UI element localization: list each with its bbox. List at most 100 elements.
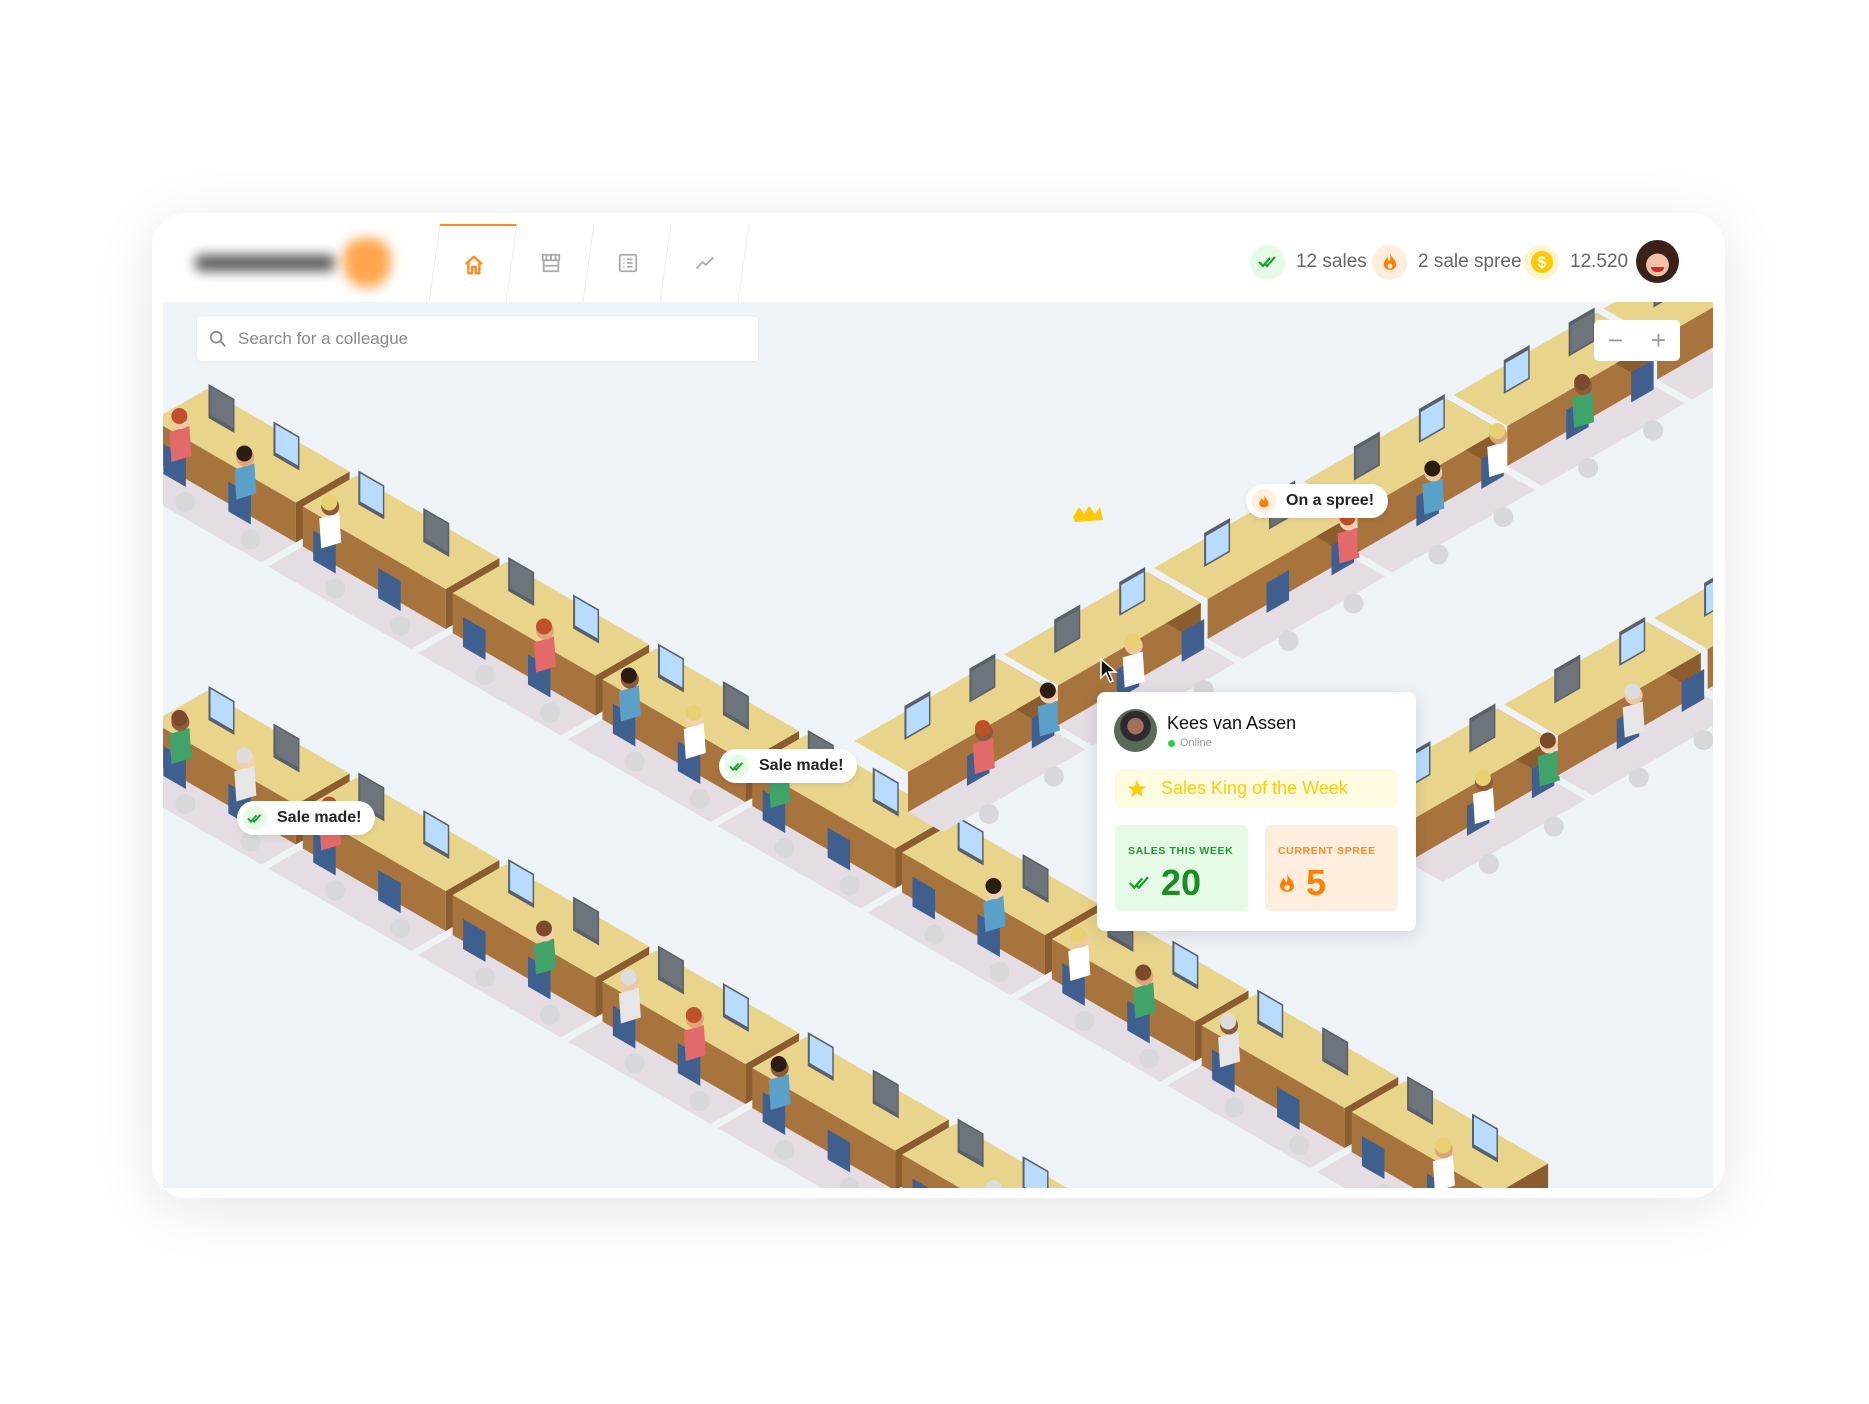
chair-base (475, 967, 496, 987)
person-hair (1539, 732, 1556, 749)
spree-count: 2 sale spree (1418, 251, 1522, 272)
trend-icon (695, 256, 714, 270)
person-body (683, 1025, 706, 1061)
chair-base (1478, 854, 1499, 874)
star-icon (1127, 779, 1147, 797)
person-body (169, 426, 192, 462)
person-body (1572, 392, 1595, 428)
person-hair (1474, 770, 1491, 786)
person-body (972, 738, 995, 774)
double-check-icon (1128, 876, 1149, 890)
spree-value: 5 (1306, 862, 1327, 903)
spree-stat: 2 sale spree (1372, 244, 1522, 280)
chair-base (1043, 766, 1064, 787)
person-hair (1424, 460, 1441, 477)
store-icon (541, 253, 560, 273)
person-body (683, 723, 706, 759)
tab-stats[interactable] (659, 224, 750, 302)
person-hair (535, 618, 552, 635)
chair-base (1693, 730, 1713, 750)
spree-label: CURRENT SPREE (1278, 845, 1376, 857)
crown-icon (1073, 506, 1103, 522)
person-body (1133, 982, 1156, 1019)
sales-label: SALES THIS WEEK (1128, 845, 1234, 857)
coin-icon: $ (1524, 244, 1559, 280)
chair-base (539, 1004, 560, 1025)
person-hair (985, 878, 1002, 894)
office-floor-illustration (163, 302, 1713, 1188)
office-map[interactable] (163, 302, 1713, 1188)
person-body (1622, 701, 1645, 738)
person-hair (1489, 423, 1506, 439)
person-hair (535, 920, 552, 937)
person-hair (1135, 964, 1152, 981)
sales-stat: 12 sales (1250, 244, 1367, 280)
chair-base (1074, 1011, 1095, 1031)
logo[interactable] (195, 238, 405, 288)
tab-list[interactable] (582, 224, 672, 302)
tab-home[interactable] (428, 224, 518, 304)
colleague-avatar (1114, 709, 1157, 752)
tab-shop[interactable] (505, 224, 595, 302)
chair-base (175, 492, 196, 512)
person-hair (620, 969, 637, 986)
person-hair (321, 494, 338, 511)
search-input[interactable] (236, 328, 758, 350)
user-avatar[interactable] (1636, 240, 1679, 283)
chair-base (624, 751, 645, 772)
monitor-screen (1024, 1158, 1048, 1188)
home-icon (464, 255, 483, 275)
fire-icon (1252, 489, 1276, 513)
fire-icon (1372, 244, 1407, 280)
current-spree-card: CURRENT SPREE 5 (1265, 825, 1398, 911)
sale-bubble: Sale made! (237, 801, 376, 835)
chair-base (325, 578, 346, 599)
sales-count: 12 sales (1296, 251, 1367, 272)
person-body (1537, 750, 1560, 787)
chair-base (1343, 593, 1364, 614)
person-body (319, 512, 342, 549)
mouse-cursor-icon (1100, 658, 1118, 683)
chair-base (1139, 1048, 1160, 1069)
bubble-text: Sale made! (759, 757, 844, 774)
person-hair (1220, 1013, 1237, 1030)
person-body (983, 896, 1006, 932)
person-body (1068, 945, 1091, 981)
chair-base (1428, 544, 1449, 565)
person-body (1218, 1031, 1241, 1068)
zoom-control: − + (1594, 320, 1680, 361)
person-hair (171, 710, 188, 726)
person-body (533, 938, 556, 975)
list-icon (618, 253, 637, 273)
double-check-icon (243, 806, 267, 830)
coins-stat: $ 12.520 (1524, 244, 1628, 280)
person-body (1487, 441, 1510, 477)
person-hair (1070, 927, 1087, 943)
coin-balance: 12.520 (1570, 251, 1629, 272)
sales-king-badge: Sales King of the Week (1115, 769, 1398, 808)
chair-base (390, 616, 411, 636)
person-hair (770, 1056, 787, 1072)
person-body (234, 765, 257, 802)
chair-base (1643, 420, 1664, 441)
person-body (1037, 700, 1060, 737)
zoom-in-button[interactable]: + (1637, 320, 1680, 361)
person-hair (1124, 633, 1141, 650)
colleague-popup: Kees van Assen Online Sales King of the … (1097, 692, 1416, 931)
double-check-icon (725, 754, 749, 778)
online-status: Online (1168, 737, 1212, 749)
zoom-out-button[interactable]: − (1594, 320, 1637, 361)
person-body (533, 636, 556, 673)
sales-value: 20 (1161, 862, 1202, 903)
chair-base (475, 665, 496, 685)
person-hair (620, 667, 637, 684)
chair-base (624, 1053, 645, 1074)
person-hair (236, 445, 253, 462)
search-icon (209, 330, 226, 347)
chair-base (325, 880, 346, 901)
person-body (1472, 788, 1495, 824)
double-check-icon (1250, 244, 1285, 280)
chair-base (1289, 1135, 1310, 1155)
chair-base (390, 918, 411, 938)
colleague-search[interactable] (197, 317, 758, 361)
